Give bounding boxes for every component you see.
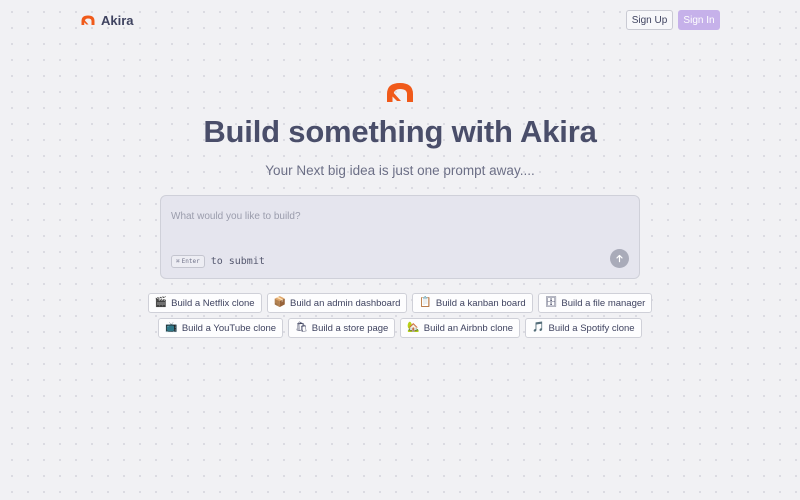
television-icon: 📺: [165, 322, 178, 333]
prompt-box: ⌘ Enter to submit: [160, 195, 640, 279]
clipboard-icon: 📋: [419, 297, 432, 308]
submit-hint-text: to submit: [210, 255, 265, 267]
music-note-icon: 🎵: [532, 322, 545, 333]
suggestion-chip[interactable]: 📦 Build an admin dashboard: [266, 293, 408, 313]
suggestion-label: Build a kanban board: [435, 297, 526, 309]
suggestion-label: Build a YouTube clone: [181, 322, 277, 334]
suggestion-chip[interactable]: 🗄 Build a file manager: [537, 293, 653, 313]
suggestion-chip[interactable]: 📋 Build a kanban board: [412, 293, 533, 313]
house-icon: 🏡: [407, 322, 420, 333]
suggestion-label: Build an admin dashboard: [290, 297, 401, 309]
suggestion-chip[interactable]: 🛍 Build a store page: [288, 318, 396, 338]
page-title: Build something with Akira: [203, 114, 597, 149]
enter-key-badge: ⌘ Enter: [171, 254, 205, 268]
suggestion-label: Build a Netflix clone: [171, 297, 255, 309]
akira-logo-icon: [81, 15, 95, 25]
file-cabinet-icon: 🗄: [544, 297, 558, 308]
clapper-board-icon: 🎬: [154, 297, 168, 308]
suggestion-row: 🎬 Build a Netflix clone 📦 Build an admin…: [0, 293, 800, 313]
arrow-up-icon: [616, 254, 623, 263]
enter-key-label: Enter: [181, 257, 200, 265]
suggestion-label: Build a file manager: [561, 297, 646, 309]
suggestion-chip[interactable]: 🎵 Build a Spotify clone: [525, 318, 642, 338]
brand[interactable]: Akira: [80, 11, 134, 29]
package-icon: 📦: [273, 297, 287, 308]
suggestion-label: Build an Airbnb clone: [423, 322, 514, 334]
sign-up-button[interactable]: Sign Up: [626, 10, 673, 30]
shopping-bags-icon: 🛍: [295, 322, 308, 333]
akira-logo-icon: [387, 83, 413, 102]
suggestion-chip[interactable]: 🏡 Build an Airbnb clone: [400, 318, 521, 338]
suggestion-chip[interactable]: 🎬 Build a Netflix clone: [147, 293, 262, 313]
sign-in-button[interactable]: Sign In: [678, 10, 720, 30]
brand-name: Akira: [101, 12, 134, 28]
page-subtitle: Your Next big idea is just one prompt aw…: [265, 163, 535, 178]
submit-hint: ⌘ Enter to submit: [171, 254, 265, 268]
top-nav: Akira Sign Up Sign In: [0, 0, 800, 40]
command-icon: ⌘: [176, 257, 180, 265]
hero-logo: [384, 80, 416, 104]
submit-button[interactable]: [610, 249, 629, 268]
suggestion-label: Build a Spotify clone: [548, 322, 635, 334]
suggestion-label: Build a store page: [311, 322, 389, 334]
suggestion-chip[interactable]: 📺 Build a YouTube clone: [158, 318, 284, 338]
suggestion-row: 📺 Build a YouTube clone 🛍 Build a store …: [0, 318, 800, 338]
prompt-input[interactable]: [171, 208, 611, 224]
